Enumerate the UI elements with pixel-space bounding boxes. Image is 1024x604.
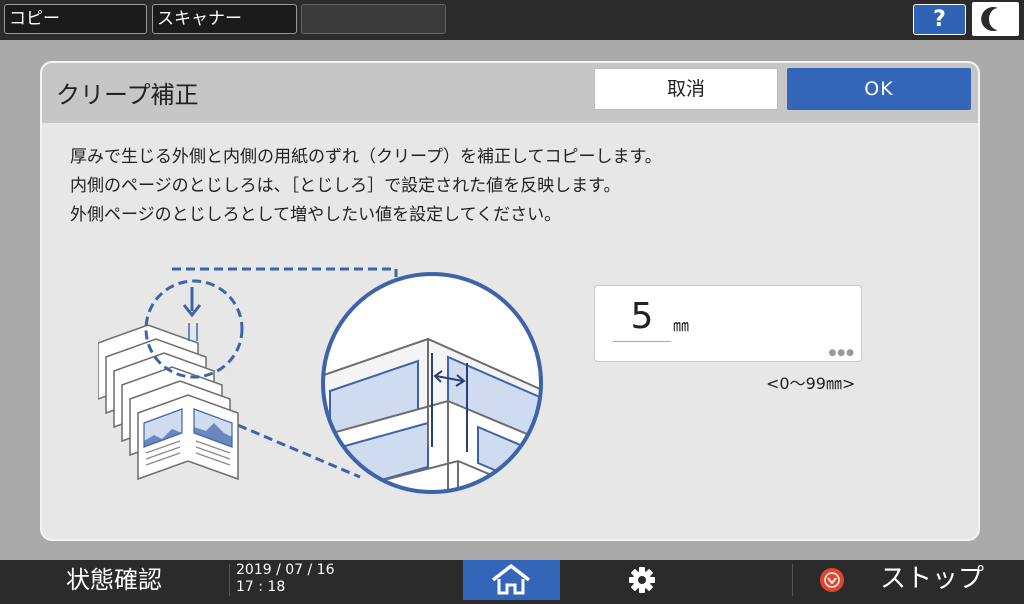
description-line: 厚みで生じる外側と内側の用紙のずれ（クリープ）を補正してコピーします。 [70, 147, 662, 167]
gear-icon [629, 567, 655, 593]
dialog-header: クリープ補正 取消 OK [42, 63, 978, 123]
description-line: 外側ページのとじしろとして増やしたい値を設定してください。 [70, 205, 562, 225]
tab-empty[interactable] [301, 4, 446, 34]
description-line: 内側のページのとじしろは、［とじしろ］で設定された値を反映します。 [70, 176, 621, 196]
tab-copy[interactable]: コピー [4, 4, 147, 34]
divider [229, 564, 230, 596]
sleep-button[interactable] [972, 2, 1019, 36]
top-bar: コピー スキャナー ? [0, 0, 1024, 40]
creep-adjust-dialog: クリープ補正 取消 OK 厚みで生じる外側と内側の用紙のずれ（クリープ）を補正し… [40, 61, 980, 541]
time-text: 17 : 18 [236, 579, 286, 595]
stop-icon [820, 568, 844, 592]
status-check-button[interactable]: 状態確認 [0, 560, 228, 600]
settings-button[interactable] [594, 560, 691, 600]
description: 厚みで生じる外側と内側の用紙のずれ（クリープ）を補正してコピーします。 内側のペ… [70, 143, 662, 230]
home-button[interactable] [463, 560, 560, 600]
value-range: <0〜99㎜> [766, 374, 856, 393]
moon-icon [981, 7, 998, 32]
creep-value-field[interactable]: 5 ㎜ ●●● [594, 285, 862, 362]
main-area: クリープ補正 取消 OK 厚みで生じる外側と内側の用紙のずれ（クリープ）を補正し… [0, 40, 1024, 560]
date-text: 2019 / 07 / 16 [236, 562, 335, 578]
bottom-bar: 状態確認 2019 / 07 / 16 17 : 18 ストップ [0, 560, 1024, 600]
stop-button[interactable]: ストップ [796, 560, 1024, 600]
stop-label: ストップ [880, 564, 985, 594]
divider [792, 564, 793, 596]
creep-illustration [98, 267, 543, 494]
dialog-title: クリープ補正 [56, 81, 199, 109]
ok-button[interactable]: OK [787, 68, 971, 110]
more-icon: ●●● [828, 348, 855, 358]
cancel-button[interactable]: 取消 [594, 68, 778, 110]
datetime: 2019 / 07 / 16 17 : 18 [236, 562, 335, 596]
unit-label: ㎜ [673, 316, 690, 335]
creep-value[interactable]: 5 [613, 294, 671, 342]
help-button[interactable]: ? [913, 4, 966, 35]
home-icon [491, 564, 531, 595]
tab-scanner[interactable]: スキャナー [152, 4, 297, 34]
